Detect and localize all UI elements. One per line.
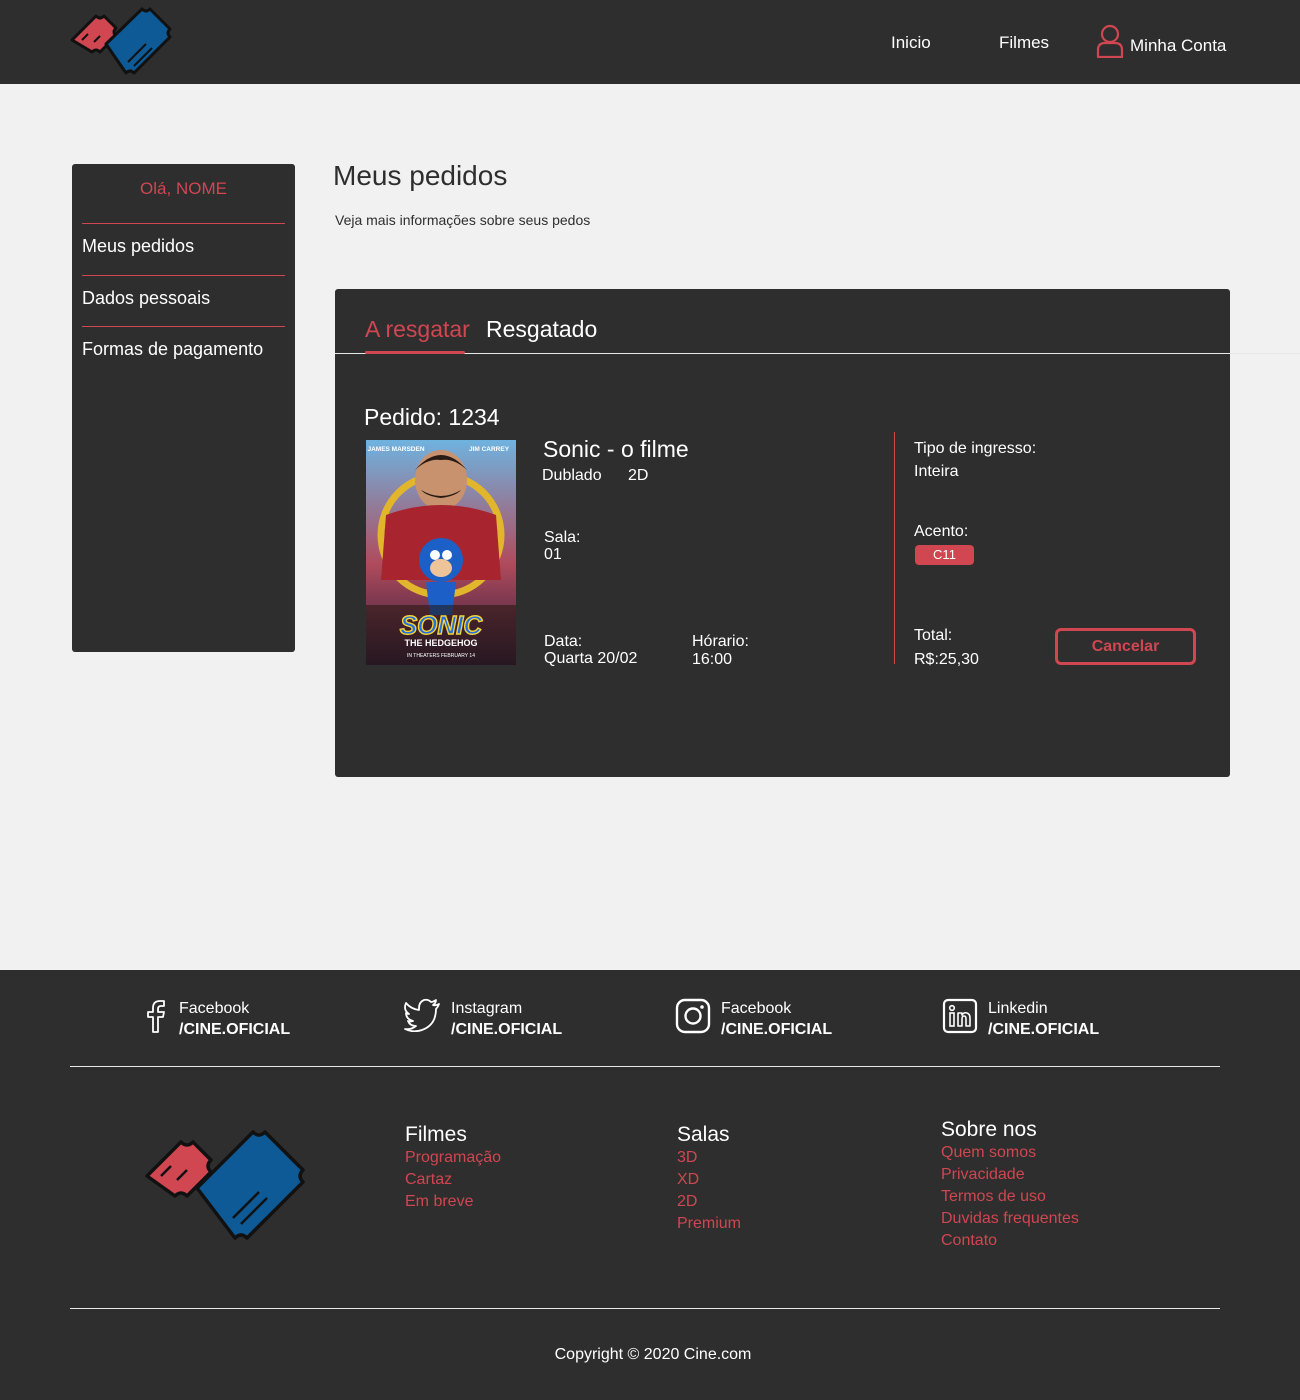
- footer-divider-bottom: [70, 1308, 1220, 1309]
- sidebar-item-meus-pedidos[interactable]: Meus pedidos: [82, 223, 285, 275]
- nav-minha-conta[interactable]: Minha Conta: [1096, 24, 1226, 58]
- header: Inicio Filmes Minha Conta: [0, 0, 1300, 84]
- social-handle: /CINE.OFICIAL: [988, 1021, 1100, 1038]
- movie-format: 2D: [628, 467, 649, 484]
- footer-link-2d[interactable]: 2D: [677, 1191, 741, 1213]
- cancel-button[interactable]: Cancelar: [1055, 628, 1196, 665]
- footer: Facebook /CINE.OFICIAL Instagram /CINE.O…: [0, 970, 1300, 1400]
- orders-panel: A resgatar Resgatado Pedido: 1234 JAMES …: [335, 289, 1300, 777]
- tab-divider: [335, 353, 1300, 354]
- logo[interactable]: [70, 6, 174, 80]
- date-label: Data:: [544, 633, 583, 650]
- footer-link-cartaz[interactable]: Cartaz: [405, 1169, 501, 1191]
- order-divider: [894, 432, 895, 664]
- nav-account-label: Minha Conta: [1130, 35, 1227, 55]
- footer-link-programacao[interactable]: Programação: [405, 1147, 501, 1169]
- twitter-icon: [404, 998, 440, 1032]
- social-network-label: Facebook: [721, 1000, 792, 1017]
- poster-actor-right: JIM CARREY: [469, 446, 510, 453]
- page-title: Meus pedidos: [333, 160, 508, 191]
- page-subtitle: Veja mais informações sobre seus pedos: [335, 212, 591, 228]
- total-label: Total:: [914, 627, 953, 644]
- footer-link-3d[interactable]: 3D: [677, 1147, 741, 1169]
- nav-filmes[interactable]: Filmes: [999, 33, 1049, 53]
- copyright: Copyright © 2020 Cine.com: [554, 1346, 752, 1363]
- footer-link-privacidade[interactable]: Privacidade: [941, 1164, 1079, 1186]
- social-network-label: Linkedin: [988, 1000, 1048, 1017]
- tab-active-indicator: [365, 351, 465, 354]
- sidebar-item-dados-pessoais[interactable]: Dados pessoais: [82, 274, 285, 327]
- time-value: 16:00: [692, 651, 733, 668]
- tab-a-resgatar[interactable]: A resgatar: [365, 316, 470, 343]
- linkedin-icon: [942, 998, 978, 1034]
- social-facebook-2[interactable]: Facebook /CINE.OFICIAL: [675, 998, 832, 1040]
- social-handle: /CINE.OFICIAL: [451, 1021, 563, 1038]
- user-icon: [1096, 24, 1124, 58]
- sidebar-item-formas-de-pagamento[interactable]: Formas de pagamento: [82, 326, 285, 378]
- footer-logo[interactable]: [145, 1128, 307, 1240]
- greeting: Olá, NOME: [140, 179, 227, 198]
- instagram-icon: [675, 998, 711, 1034]
- footer-link-duvidas-frequentes[interactable]: Duvidas frequentes: [941, 1208, 1079, 1230]
- footer-link-termos-de-uso[interactable]: Termos de uso: [941, 1186, 1079, 1208]
- footer-link-premium[interactable]: Premium: [677, 1213, 741, 1235]
- seat-badge: C11: [915, 545, 974, 565]
- room-label: Sala:: [544, 529, 581, 546]
- social-linkedin[interactable]: Linkedin /CINE.OFICIAL: [942, 998, 1099, 1040]
- footer-col-filmes: Filmes Programação Cartaz Em breve: [405, 1123, 501, 1213]
- footer-col-heading: Salas: [677, 1123, 730, 1146]
- poster-release: IN THEATERS FEBRUARY 14: [407, 653, 475, 659]
- social-network-label: Instagram: [451, 1000, 523, 1017]
- movie-language: Dublado: [542, 467, 602, 484]
- footer-link-em-breve[interactable]: Em breve: [405, 1191, 501, 1213]
- logo-blue-ticket: [104, 7, 172, 75]
- social-handle: /CINE.OFICIAL: [179, 1021, 291, 1038]
- tab-resgatado[interactable]: Resgatado: [486, 316, 597, 343]
- footer-divider-top: [70, 1066, 1220, 1067]
- social-handle: /CINE.OFICIAL: [721, 1021, 833, 1038]
- movie-poster[interactable]: JAMES MARSDEN JIM CARREY SONIC THE HEDGE…: [366, 440, 516, 665]
- nav-inicio[interactable]: Inicio: [891, 33, 931, 53]
- footer-link-xd[interactable]: XD: [677, 1169, 741, 1191]
- poster-subtitle: THE HEDGEHOG: [404, 638, 477, 648]
- ticket-type-label: Tipo de ingresso:: [914, 440, 1037, 457]
- footer-logo-blue-ticket: [195, 1130, 305, 1240]
- social-facebook[interactable]: Facebook /CINE.OFICIAL: [143, 998, 290, 1040]
- room-value: 01: [544, 546, 562, 563]
- footer-col-heading: Filmes: [405, 1123, 467, 1146]
- social-network-label: Facebook: [179, 1000, 250, 1017]
- footer-col-salas: Salas 3D XD 2D Premium: [677, 1123, 741, 1235]
- order-title: Pedido: 1234: [364, 404, 500, 430]
- movie-title: Sonic - o filme: [543, 436, 689, 462]
- facebook-icon: [147, 1000, 165, 1033]
- time-label: Hórario:: [692, 633, 749, 650]
- date-value: Quarta 20/02: [544, 650, 638, 667]
- poster-actor-left: JAMES MARSDEN: [367, 446, 424, 453]
- ticket-type-value: Inteira: [914, 463, 959, 480]
- poster-title: SONIC: [400, 610, 484, 640]
- account-sidebar: Olá, NOME Meus pedidos Dados pessoais Fo…: [72, 164, 295, 652]
- footer-col-sobre-nos: Sobre nos Quem somos Privacidade Termos …: [941, 1118, 1079, 1252]
- footer-link-contato[interactable]: Contato: [941, 1230, 1079, 1252]
- seat-label: Acento:: [914, 523, 969, 540]
- social-instagram[interactable]: Instagram /CINE.OFICIAL: [403, 998, 562, 1040]
- total-value: R$:25,30: [914, 651, 979, 668]
- footer-col-heading: Sobre nos: [941, 1118, 1037, 1141]
- footer-link-quem-somos[interactable]: Quem somos: [941, 1142, 1079, 1164]
